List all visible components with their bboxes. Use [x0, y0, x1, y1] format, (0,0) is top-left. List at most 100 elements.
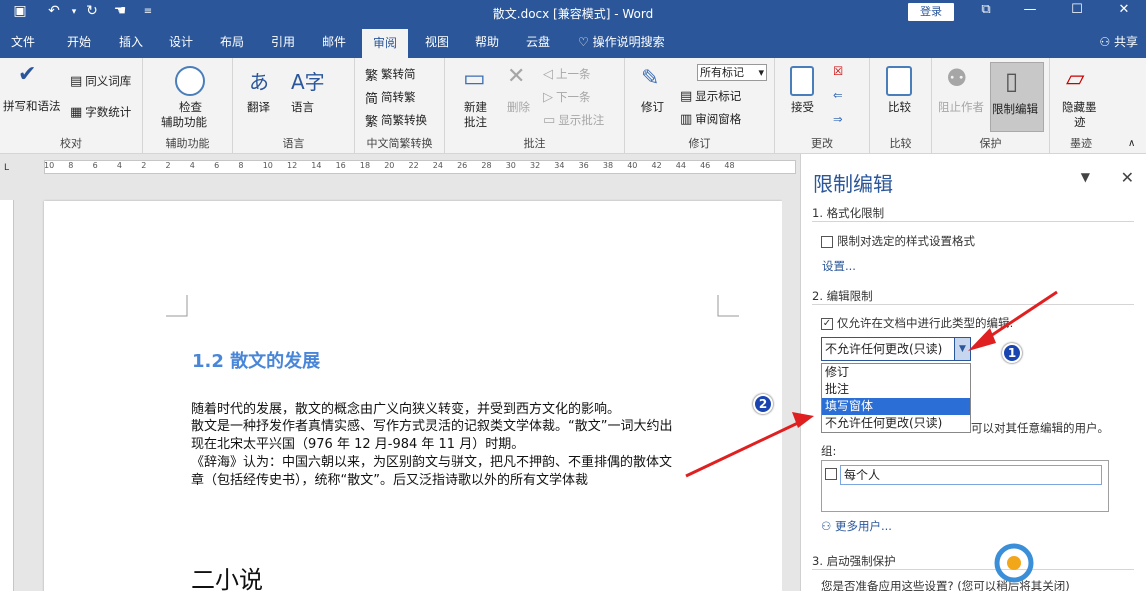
convert-label: 简繁转换	[381, 113, 428, 127]
block-authors-button[interactable]: 阻止作者	[938, 99, 984, 115]
tab-design[interactable]: 设计	[158, 26, 204, 58]
vertical-scrollbar[interactable]	[782, 178, 800, 591]
next-change-icon[interactable]: ⇒	[833, 112, 843, 126]
tab-home[interactable]: 开始	[56, 26, 102, 58]
everyone-checkbox[interactable]	[825, 468, 837, 480]
t2s-button[interactable]: 繁繁转简	[365, 65, 416, 84]
tab-layout[interactable]: 布局	[209, 26, 255, 58]
new-comment-label2: 批注	[464, 115, 487, 129]
hide-ink-button[interactable]: 隐藏墨	[1062, 99, 1097, 115]
checkmark-icon: ✓	[821, 317, 833, 330]
spelling-button[interactable]: 拼写和语法	[3, 98, 61, 114]
delete-comment-icon: ✕	[507, 64, 526, 89]
group-label: 修订	[688, 137, 711, 150]
ruler-number: 42	[651, 161, 662, 170]
markup-dropdown[interactable]: 所有标记 ▾	[697, 64, 767, 81]
ruler-number: 38	[602, 161, 614, 170]
ruler-number: 12	[287, 161, 298, 170]
settings-link[interactable]: 设置...	[822, 258, 856, 274]
share-button[interactable]: ⚇ 共享	[1099, 26, 1138, 58]
new-comment-icon: ▭	[463, 64, 486, 92]
new-comment-button[interactable]: 新建	[464, 99, 487, 115]
users-icon: ⚇	[821, 519, 835, 533]
reviewing-pane-button[interactable]: ▥ 审阅窗格	[680, 111, 741, 127]
ribbon-display-icon[interactable]: ⧉	[966, 2, 1006, 17]
block-authors-icon: ⚉	[946, 64, 968, 92]
group-label: 比较	[889, 137, 912, 150]
collapse-ribbon-icon[interactable]: ∧	[1128, 138, 1135, 149]
tab-view[interactable]: 视图	[414, 26, 460, 58]
translate-icon: あ	[249, 70, 269, 94]
translate-button[interactable]: 翻译	[247, 99, 270, 115]
s2t-button[interactable]: 简简转繁	[365, 88, 416, 107]
close-button[interactable]: ✕	[1104, 2, 1144, 17]
s2t-icon: 简	[365, 92, 379, 107]
accessibility-check-icon	[175, 66, 205, 96]
chevron-down-icon[interactable]: ▼	[954, 338, 970, 360]
tell-me-search[interactable]: ♡ 操作说明搜索	[578, 26, 688, 58]
word-count-button[interactable]: ▦ 字数统计	[70, 104, 131, 120]
show-markup-button[interactable]: ▤ 显示标记	[680, 88, 741, 104]
language-button[interactable]: 语言	[291, 99, 314, 115]
tab-selector-icon[interactable]: L	[4, 163, 9, 173]
group-ink: ▱ 隐藏墨 迹 墨迹	[1050, 58, 1112, 154]
tab-help[interactable]: 帮助	[464, 26, 510, 58]
tab-insert[interactable]: 插入	[108, 26, 154, 58]
delete-comment-button[interactable]: 删除	[507, 99, 530, 115]
ruler-number: 8	[238, 161, 244, 170]
option-comments[interactable]: 批注	[822, 381, 970, 398]
group-label: 保护	[979, 137, 1002, 150]
convert-button[interactable]: 繁简繁转换	[365, 111, 427, 130]
group-label: 校对	[60, 137, 82, 150]
minimize-button[interactable]: —	[1010, 2, 1050, 17]
option-filling-forms[interactable]: 填写窗体	[822, 398, 970, 415]
accept-button[interactable]: 接受	[791, 99, 814, 115]
ruler-number: 2	[165, 161, 171, 170]
vertical-ruler[interactable]	[0, 200, 14, 591]
tab-cloud[interactable]: 云盘	[515, 26, 561, 58]
restrict-editing-label: 限制编辑	[992, 102, 1038, 116]
show-markup-icon: ▤	[680, 89, 693, 104]
next-comment-button[interactable]: ▷ 下一条	[543, 89, 591, 105]
ruler-number: 4	[116, 161, 122, 170]
pane-options-icon[interactable]: ▼	[1081, 170, 1090, 184]
reviewing-pane-icon: ▥	[680, 112, 693, 127]
maximize-button[interactable]: ☐	[1057, 2, 1097, 17]
tab-file[interactable]: 文件	[0, 26, 46, 58]
ruler-number: 36	[578, 161, 589, 170]
more-users-link[interactable]: ⚇ 更多用户...	[821, 518, 892, 534]
previous-change-icon[interactable]: ⇐	[833, 88, 843, 102]
paragraph-line: 《辞海》认为：中国六朝以来，为区别韵文与骈文，把凡不押韵、不重排偶的散体文	[191, 455, 673, 470]
option-tracked-changes[interactable]: 修订	[822, 364, 970, 381]
ruler-number: 34	[554, 161, 565, 170]
group-label: 更改	[811, 137, 833, 150]
editing-type-select[interactable]: 不允许任何更改(只读) ▼	[821, 337, 971, 361]
editing-checkbox[interactable]: ✓ 仅允许在文档中进行此类型的编辑:	[821, 315, 1013, 331]
chapter-heading: 二小说	[191, 566, 263, 591]
paragraph-line: 散文是一种抒发作者真情实感、写作方式灵活的记叙类文学体裁。“散文”一词大约出	[191, 419, 673, 434]
login-button[interactable]: 登录	[908, 3, 954, 21]
check-accessibility-button[interactable]: 检查	[179, 99, 202, 115]
formatting-checkbox[interactable]: 限制对选定的样式设置格式	[821, 233, 975, 249]
everyone-item[interactable]: 每个人	[840, 465, 1102, 485]
show-comments-button[interactable]: ▭ 显示批注	[543, 112, 604, 128]
tab-references[interactable]: 引用	[260, 26, 306, 58]
ruler-number: 26	[457, 161, 468, 170]
ruler-number: 40	[627, 161, 638, 170]
close-pane-icon[interactable]: ✕	[1121, 168, 1134, 187]
language-icon: A字	[291, 70, 325, 94]
reject-icon[interactable]: ☒	[833, 64, 843, 78]
tab-review[interactable]: 审阅	[362, 29, 408, 58]
restrict-editing-button[interactable]: ▯ 限制编辑	[990, 62, 1044, 132]
step-badge-2: 2	[753, 394, 773, 414]
prev-comment-button[interactable]: ◁ 上一条	[543, 66, 591, 82]
horizontal-ruler[interactable]: 10 8 6 4 2 2 4 6 8 10 12 14 16 18 20 22 24 26 28 30 32 34 36 38…	[30, 156, 800, 178]
compare-button[interactable]: 比较	[888, 99, 911, 115]
thesaurus-button[interactable]: ▤ 同义词库	[70, 73, 131, 89]
document-page[interactable]	[44, 201, 782, 591]
track-changes-button[interactable]: 修订	[641, 99, 664, 115]
tab-mailings[interactable]: 邮件	[311, 26, 357, 58]
option-no-changes[interactable]: 不允许任何更改(只读)	[822, 415, 970, 432]
ruler-number: 16	[335, 161, 346, 170]
thesaurus-label: 同义词库	[85, 74, 132, 88]
